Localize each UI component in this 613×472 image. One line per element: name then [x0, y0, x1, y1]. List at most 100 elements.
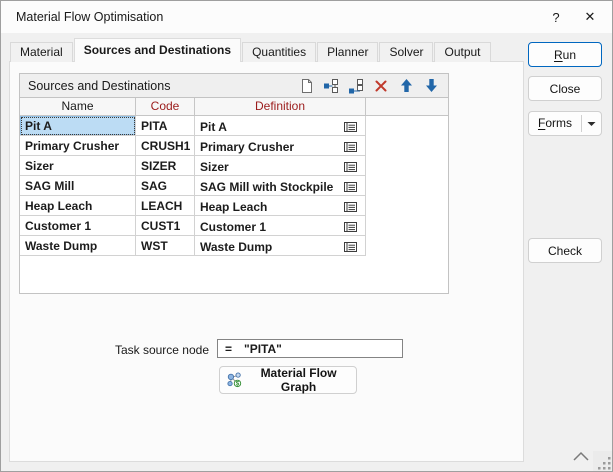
column-header-filler [366, 98, 448, 116]
check-label: Check [548, 244, 582, 258]
definition-editor-button[interactable] [341, 140, 359, 154]
append-node-icon [348, 78, 364, 94]
tab-sources-and-destinations[interactable]: Sources and Destinations [74, 38, 241, 62]
title-bar: Material Flow Optimisation ? ✕ [1, 1, 612, 33]
move-down-icon [425, 78, 438, 93]
sources-destinations-groupbox: Sources and Destinations [19, 73, 449, 294]
cell-code[interactable]: CUST1 [136, 216, 195, 236]
material-flow-graph-button[interactable]: $ Material Flow Graph [219, 366, 357, 394]
run-button[interactable]: Run [528, 42, 602, 67]
cell-code[interactable]: WST [136, 236, 195, 256]
definition-text: Heap Leach [200, 199, 267, 215]
cell-code[interactable]: LEACH [136, 196, 195, 216]
cell-name[interactable]: Customer 1 [20, 216, 136, 236]
material-flow-graph-label: Material Flow Graph [247, 366, 350, 394]
forms-dropdown-button[interactable] [582, 121, 601, 127]
check-button[interactable]: Check [528, 238, 602, 263]
editor-icon [343, 221, 358, 233]
help-icon: ? [552, 10, 559, 25]
grid-title: Sources and Destinations [28, 79, 170, 93]
tab-material[interactable]: Material [10, 42, 73, 62]
table-row[interactable]: Heap Leach LEACH Heap Leach [20, 196, 448, 216]
cell-definition[interactable]: Customer 1 [195, 216, 366, 236]
cell-name[interactable]: Primary Crusher [20, 136, 136, 156]
material-flow-optimisation-dialog: Material Flow Optimisation ? ✕ Material … [0, 0, 613, 472]
definition-text: SAG Mill with Stockpile [200, 179, 333, 195]
cell-definition[interactable]: Pit A [195, 116, 366, 136]
table-row[interactable]: Primary Crusher CRUSH1 Primary Crusher [20, 136, 448, 156]
editor-icon [343, 201, 358, 213]
forms-label[interactable]: Forms [529, 112, 581, 135]
delete-button[interactable] [372, 77, 390, 94]
column-header-code[interactable]: Code [136, 98, 195, 116]
table-header-row: Name Code Definition [20, 98, 448, 116]
run-label: Run [554, 48, 576, 62]
new-item-button[interactable] [297, 77, 315, 94]
window-title: Material Flow Optimisation [16, 10, 163, 24]
cell-definition[interactable]: Waste Dump [195, 236, 366, 256]
editor-icon [343, 181, 358, 193]
cell-definition[interactable]: Primary Crusher [195, 136, 366, 156]
close-label: Close [550, 82, 581, 96]
definition-editor-button[interactable] [341, 180, 359, 194]
definition-text: Customer 1 [200, 219, 266, 235]
cell-definition[interactable]: Heap Leach [195, 196, 366, 216]
dropdown-arrow-icon [587, 121, 596, 127]
tab-strip: Material Sources and Destinations Quanti… [10, 38, 492, 62]
delete-icon [374, 79, 388, 93]
cell-definition[interactable]: SAG Mill with Stockpile [195, 176, 366, 196]
tab-planner[interactable]: Planner [317, 42, 378, 62]
flow-graph-icon: $ [226, 371, 242, 389]
cell-name[interactable]: Sizer [20, 156, 136, 176]
cell-code[interactable]: PITA [136, 116, 195, 136]
definition-editor-button[interactable] [341, 220, 359, 234]
table-row[interactable]: Pit A PITA Pit A [20, 116, 448, 136]
definition-editor-button[interactable] [341, 160, 359, 174]
cell-definition[interactable]: Sizer [195, 156, 366, 176]
append-node-button[interactable] [347, 77, 365, 94]
task-source-node-label: Task source node [90, 342, 209, 358]
task-source-node-field[interactable]: = "PITA" [217, 339, 403, 358]
table-row[interactable]: Waste Dump WST Waste Dump [20, 236, 448, 256]
collapse-chevron-icon[interactable] [571, 449, 591, 463]
definition-editor-button[interactable] [341, 120, 359, 134]
resize-grip[interactable] [593, 451, 613, 472]
definition-text: Pit A [200, 119, 227, 135]
column-header-name[interactable]: Name [20, 98, 136, 116]
grid-header-bar: Sources and Destinations [20, 74, 448, 98]
tab-page-panel: Sources and Destinations [9, 61, 524, 462]
cell-name[interactable]: Waste Dump [20, 236, 136, 256]
grid-toolbar [297, 77, 440, 94]
definition-editor-button[interactable] [341, 200, 359, 214]
insert-node-button[interactable] [322, 77, 340, 94]
editor-icon [343, 141, 358, 153]
move-down-button[interactable] [422, 77, 440, 94]
forms-split-button[interactable]: Forms [528, 111, 602, 136]
cell-name[interactable]: SAG Mill [20, 176, 136, 196]
cell-name[interactable]: Heap Leach [20, 196, 136, 216]
close-window-button[interactable]: ✕ [574, 1, 606, 33]
tab-output[interactable]: Output [434, 42, 490, 62]
insert-node-icon [323, 78, 339, 94]
cell-code[interactable]: SIZER [136, 156, 195, 176]
definition-editor-button[interactable] [341, 240, 359, 254]
table-row[interactable]: Sizer SIZER Sizer [20, 156, 448, 176]
editor-icon [343, 121, 358, 133]
cell-name[interactable]: Pit A [20, 116, 136, 136]
close-button[interactable]: Close [528, 76, 602, 101]
cell-code[interactable]: SAG [136, 176, 195, 196]
move-up-button[interactable] [397, 77, 415, 94]
editor-icon [343, 161, 358, 173]
svg-text:$: $ [236, 381, 240, 388]
tab-quantities[interactable]: Quantities [242, 42, 316, 62]
grip-dots-icon [598, 457, 611, 470]
column-header-definition[interactable]: Definition [195, 98, 366, 116]
tab-solver[interactable]: Solver [379, 42, 433, 62]
help-button[interactable]: ? [540, 1, 572, 33]
table-row[interactable]: SAG Mill SAG SAG Mill with Stockpile [20, 176, 448, 196]
new-item-icon [299, 78, 314, 94]
cell-code[interactable]: CRUSH1 [136, 136, 195, 156]
definition-text: Sizer [200, 159, 229, 175]
editor-icon [343, 241, 358, 253]
table-row[interactable]: Customer 1 CUST1 Customer 1 [20, 216, 448, 236]
